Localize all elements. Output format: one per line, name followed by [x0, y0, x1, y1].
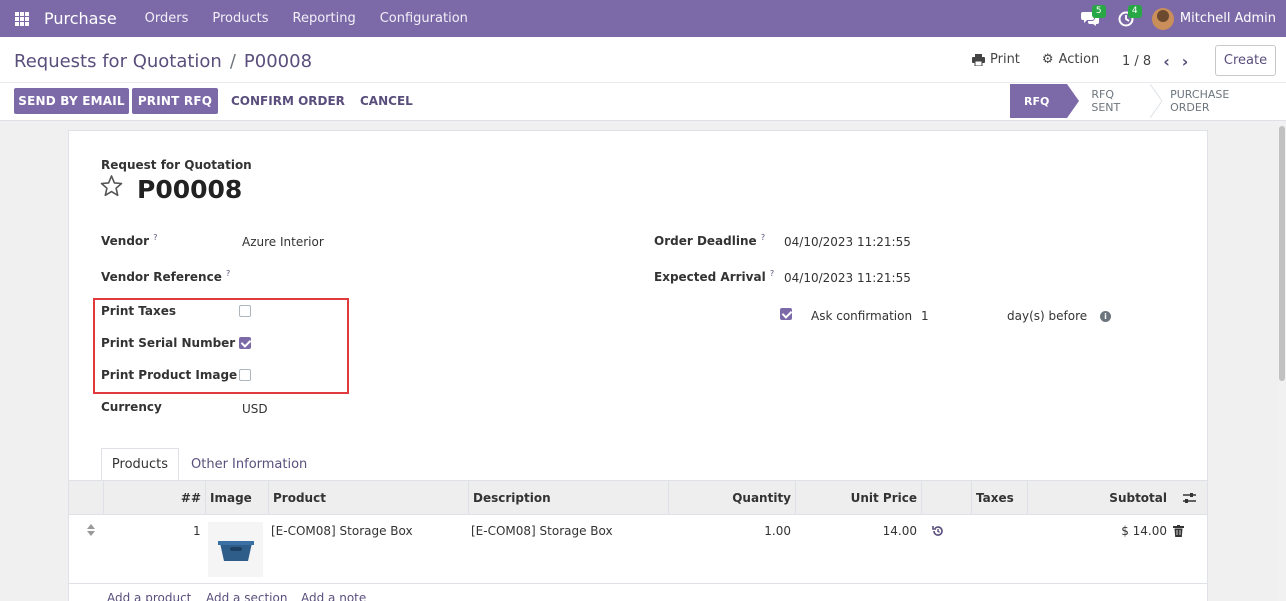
vendor-reference-label: Vendor Reference ?: [101, 269, 231, 284]
print-taxes-label: Print Taxes: [101, 304, 177, 318]
days-before-label: day(s) before: [1007, 309, 1088, 323]
storage-box-icon: [217, 540, 254, 561]
scrollbar-thumb[interactable]: [1279, 126, 1285, 381]
drag-handle-icon[interactable]: [87, 524, 95, 536]
print-rfq-button[interactable]: PRINT RFQ: [132, 88, 218, 114]
currency-field[interactable]: USD: [242, 402, 268, 416]
menu-reporting[interactable]: Reporting: [293, 11, 356, 26]
avatar[interactable]: [1151, 7, 1174, 30]
star-icon[interactable]: [99, 174, 124, 198]
breadcrumb: Requests for Quotation / P00008: [14, 51, 312, 72]
col-unit-price[interactable]: Unit Price: [795, 481, 921, 514]
print-product-image-checkbox[interactable]: [239, 369, 251, 381]
add-section-link[interactable]: Add a section: [206, 591, 287, 601]
tab-products[interactable]: Products: [101, 448, 179, 481]
vendor-field[interactable]: Azure Interior: [242, 235, 324, 249]
col-product[interactable]: Product: [268, 481, 468, 514]
activities-button[interactable]: 4: [1108, 0, 1144, 37]
table-header: ## Image Product Description Quantity Un…: [69, 480, 1207, 515]
tab-other-information[interactable]: Other Information: [191, 448, 307, 481]
optional-columns-icon[interactable]: [1171, 481, 1207, 514]
stage-rfq-sent[interactable]: RFQ SENT: [1067, 84, 1163, 118]
divider: [0, 82, 1286, 83]
vendor-label: Vendor ?: [101, 233, 158, 248]
print-product-image-label: Print Product Image: [101, 368, 238, 382]
col-sequence[interactable]: ##: [103, 481, 205, 514]
order-deadline-field[interactable]: 04/10/2023 11:21:55: [784, 235, 911, 249]
action-dropdown[interactable]: ⚙ Action: [1042, 52, 1099, 67]
pager-value[interactable]: 1 / 8: [1122, 54, 1151, 69]
add-product-link[interactable]: Add a product: [107, 591, 191, 601]
row-description[interactable]: [E-COM08] Storage Box: [471, 524, 613, 538]
menu-products[interactable]: Products: [212, 11, 268, 26]
app-name[interactable]: Purchase: [44, 9, 117, 28]
row-unit-price[interactable]: 14.00: [795, 524, 917, 538]
pager: 1 / 8 ‹ ›: [1122, 52, 1188, 71]
chevron-left-icon[interactable]: ‹: [1163, 52, 1170, 71]
gear-icon: ⚙: [1041, 52, 1054, 67]
row-divider: [69, 583, 1207, 584]
print-serial-number-checkbox[interactable]: [239, 337, 251, 349]
col-image[interactable]: Image: [205, 481, 268, 514]
top-navbar: Purchase Orders Products Reporting Confi…: [0, 0, 1286, 37]
print-serial-number-label: Print Serial Number: [101, 336, 236, 350]
breadcrumb-current: P00008: [243, 51, 313, 72]
expected-arrival-field[interactable]: 04/10/2023 11:21:55: [784, 271, 911, 285]
print-taxes-checkbox[interactable]: [239, 305, 251, 317]
stage-purchase-order[interactable]: PURCHASE ORDER: [1162, 84, 1286, 118]
product-image: [208, 522, 263, 577]
control-panel: Requests for Quotation / P00008 Print ⚙ …: [0, 37, 1286, 121]
currency-label: Currency: [101, 400, 162, 414]
trash-icon[interactable]: [1173, 525, 1184, 537]
activities-badge: 4: [1127, 5, 1142, 18]
print-dropdown[interactable]: Print: [972, 52, 1020, 67]
ask-confirmation-label: Ask confirmation: [811, 309, 913, 323]
menu-orders[interactable]: Orders: [145, 11, 189, 26]
col-quantity[interactable]: Quantity: [668, 481, 795, 514]
order-deadline-label: Order Deadline ?: [654, 233, 766, 248]
expected-arrival-label: Expected Arrival ?: [654, 269, 775, 284]
messages-button[interactable]: 5: [1072, 0, 1108, 37]
col-subtotal[interactable]: Subtotal: [1027, 481, 1171, 514]
menu-configuration[interactable]: Configuration: [380, 11, 468, 26]
user-name[interactable]: Mitchell Admin: [1180, 11, 1276, 26]
cancel-button[interactable]: CANCEL: [360, 88, 413, 114]
action-label: Action: [1058, 52, 1100, 67]
row-sequence: 1: [193, 524, 201, 538]
breadcrumb-separator: /: [229, 51, 236, 72]
form-sheet: Request for Quotation P00008 Vendor ? Az…: [68, 130, 1208, 601]
apps-menu-icon[interactable]: [0, 0, 44, 37]
add-note-link[interactable]: Add a note: [301, 591, 366, 601]
print-label: Print: [990, 52, 1020, 67]
printer-icon: [972, 53, 985, 66]
history-icon[interactable]: [932, 525, 944, 537]
col-taxes[interactable]: Taxes: [971, 481, 1027, 514]
messages-badge: 5: [1091, 5, 1106, 18]
info-icon[interactable]: i: [1100, 311, 1111, 322]
col-blank: [921, 481, 971, 514]
row-subtotal: $ 14.00: [1121, 524, 1167, 538]
row-product[interactable]: [E-COM08] Storage Box: [271, 524, 413, 538]
col-description[interactable]: Description: [468, 481, 668, 514]
scrollbar[interactable]: [1278, 121, 1286, 601]
send-by-email-button[interactable]: SEND BY EMAIL: [14, 88, 129, 114]
status-bar: RFQ RFQ SENT PURCHASE ORDER: [1010, 84, 1286, 118]
stage-rfq[interactable]: RFQ: [1010, 84, 1080, 118]
chevron-right-icon[interactable]: ›: [1182, 52, 1189, 71]
record-name: P00008: [137, 175, 243, 204]
row-quantity[interactable]: 1.00: [668, 524, 791, 538]
create-button[interactable]: Create: [1215, 45, 1276, 76]
breadcrumb-parent[interactable]: Requests for Quotation: [14, 51, 222, 72]
form-subtitle: Request for Quotation: [101, 158, 252, 172]
confirm-order-button[interactable]: CONFIRM ORDER: [231, 88, 345, 114]
ask-confirmation-checkbox[interactable]: [780, 308, 792, 320]
ask-confirmation-days-input[interactable]: 1: [921, 309, 929, 323]
